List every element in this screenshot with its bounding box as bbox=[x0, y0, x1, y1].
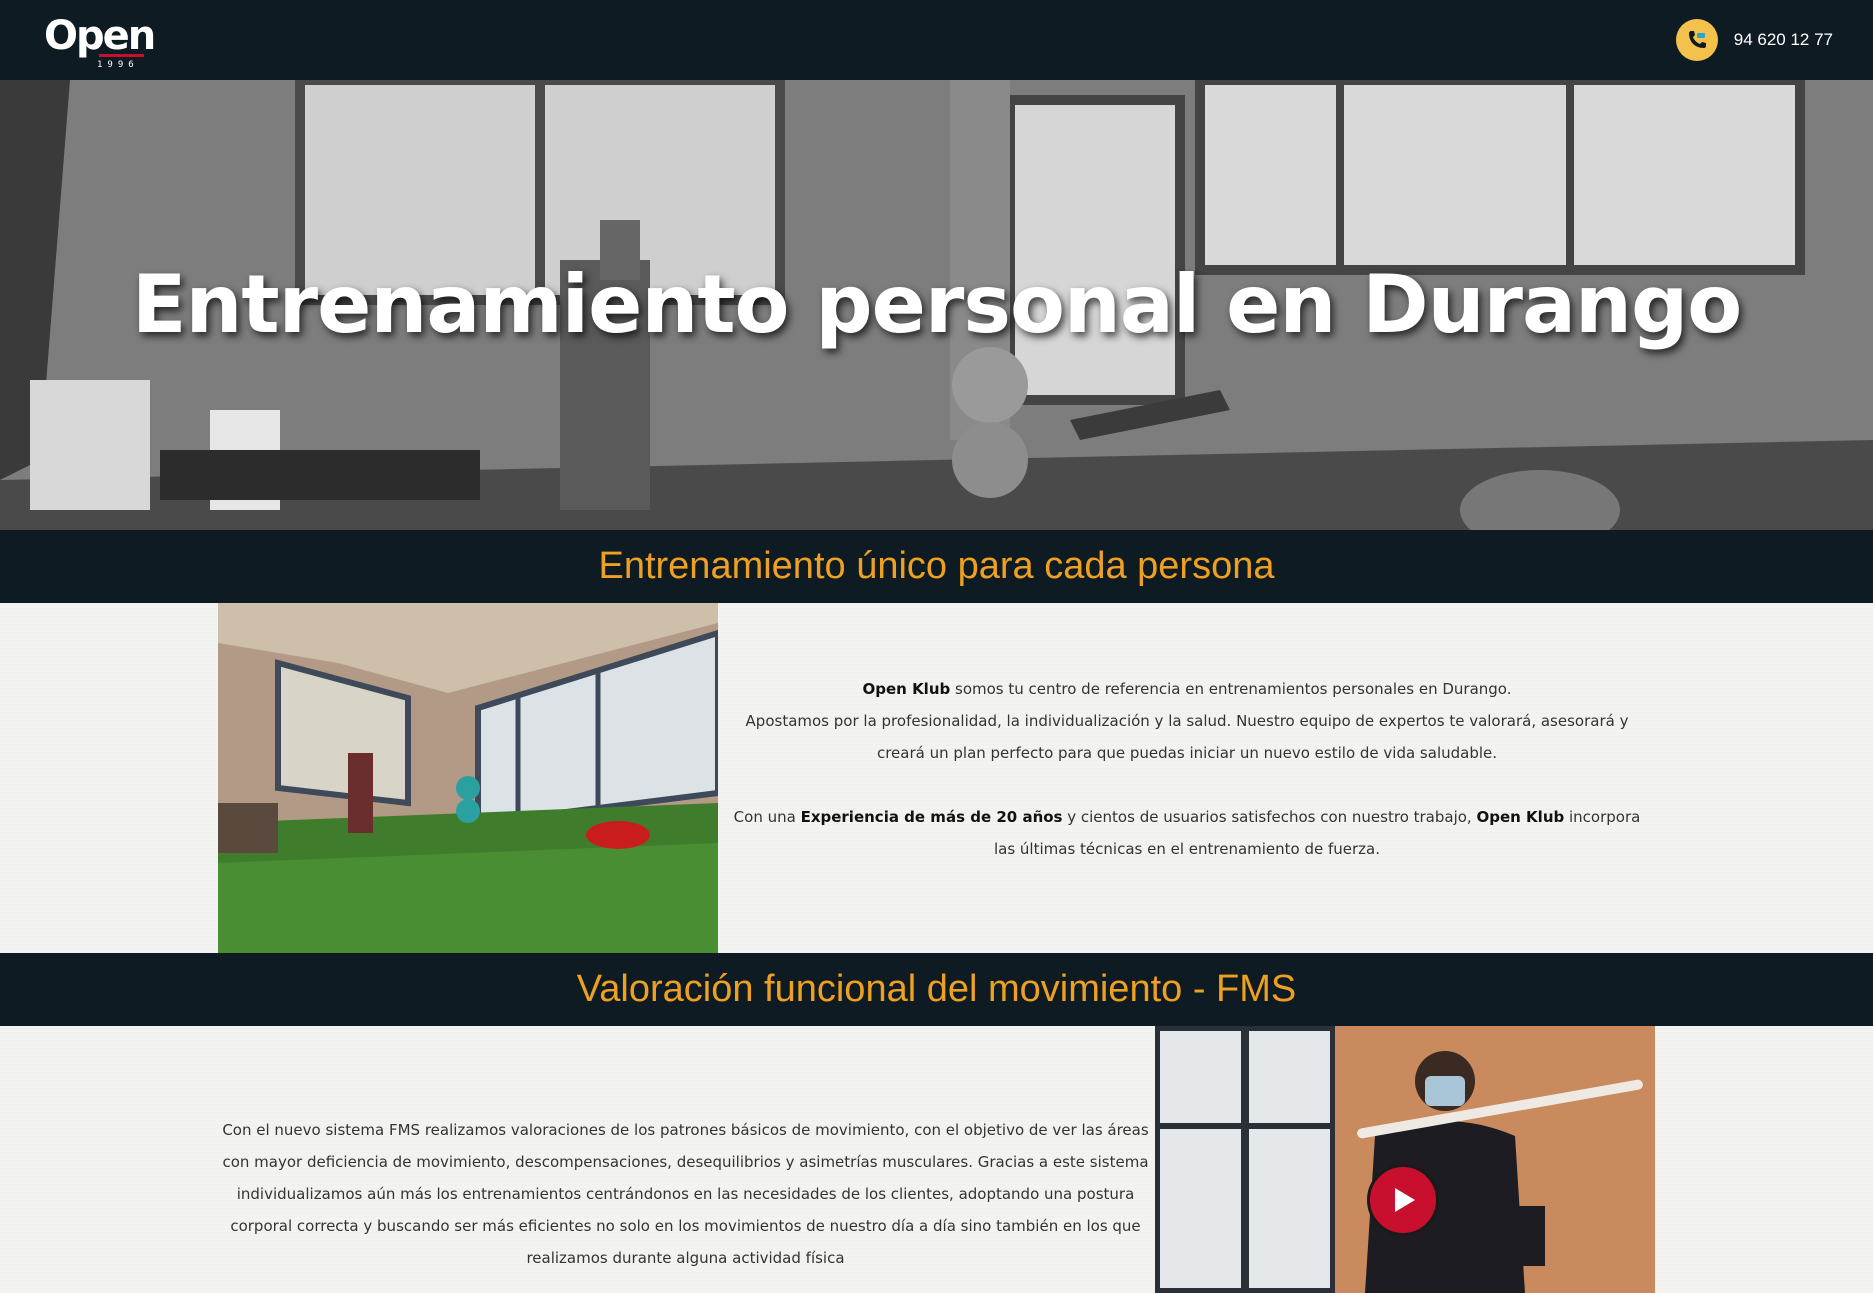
brand-name-bold-2: Open Klub bbox=[1476, 808, 1565, 826]
training-description: Open Klub somos tu centro de referencia … bbox=[722, 673, 1652, 865]
play-button[interactable] bbox=[1367, 1164, 1439, 1236]
section-heading-bar-1: Entrenamiento único para cada persona bbox=[0, 530, 1873, 603]
training-p3-b: y cientos de usuarios satisfechos con nu… bbox=[1062, 808, 1477, 826]
hero-banner: Entrenamiento personal en Durango bbox=[0, 80, 1873, 530]
training-paragraph-3: Con una Experiencia de más de 20 años y … bbox=[722, 801, 1652, 865]
phone-glyph-icon bbox=[1688, 31, 1706, 48]
training-p1-text: somos tu centro de referencia en entrena… bbox=[950, 680, 1512, 698]
logo[interactable]: Open 1996 bbox=[44, 13, 156, 74]
phone-contact[interactable]: 94 620 12 77 bbox=[1675, 19, 1833, 61]
logo-text: Open bbox=[44, 13, 156, 59]
brand-name-bold: Open Klub bbox=[862, 680, 951, 698]
play-icon bbox=[1395, 1188, 1415, 1212]
phone-number[interactable]: 94 620 12 77 bbox=[1734, 30, 1833, 50]
training-paragraph-1: Open Klub somos tu centro de referencia … bbox=[722, 673, 1652, 705]
site-header: Open 1996 94 620 12 77 bbox=[0, 0, 1873, 80]
training-paragraph-2: Apostamos por la profesionalidad, la ind… bbox=[745, 712, 1629, 762]
logo-underline bbox=[99, 54, 144, 57]
gym-room-photo bbox=[218, 603, 718, 953]
hero-title: Entrenamiento personal en Durango bbox=[131, 258, 1742, 351]
logo-year: 1996 bbox=[97, 60, 139, 70]
section-training: Open Klub somos tu centro de referencia … bbox=[0, 603, 1873, 953]
section-heading-2: Valoración funcional del movimiento - FM… bbox=[576, 968, 1297, 1010]
fms-video-image bbox=[1155, 1026, 1655, 1293]
experience-bold: Experiencia de más de 20 años bbox=[800, 808, 1063, 826]
phone-icon[interactable] bbox=[1675, 19, 1718, 61]
fms-video-thumbnail[interactable] bbox=[1155, 1026, 1655, 1293]
section-heading-1: Entrenamiento único para cada persona bbox=[598, 545, 1275, 587]
section-fms: Con el nuevo sistema FMS realizamos valo… bbox=[0, 1026, 1873, 1293]
fms-description: Con el nuevo sistema FMS realizamos valo… bbox=[222, 1121, 1149, 1267]
section-heading-bar-2: Valoración funcional del movimiento - FM… bbox=[0, 953, 1873, 1026]
training-p3-a: Con una bbox=[733, 808, 801, 826]
gym-room-image bbox=[218, 603, 718, 953]
